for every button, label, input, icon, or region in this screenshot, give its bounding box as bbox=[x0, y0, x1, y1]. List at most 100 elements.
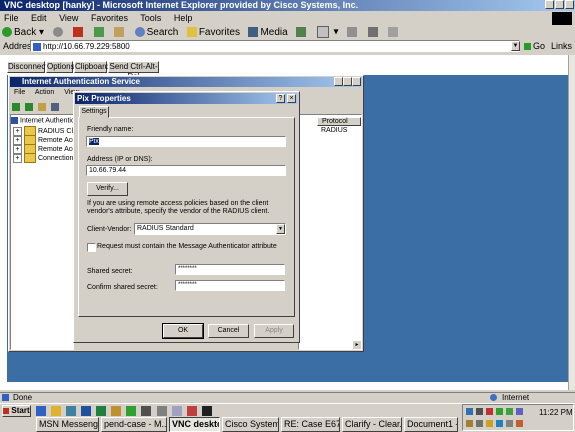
tray-antivirus-icon[interactable] bbox=[486, 408, 493, 415]
vnc-clipboard-button[interactable]: Clipboard bbox=[74, 61, 109, 73]
address-field[interactable]: http://10.66.79.229:5800 bbox=[30, 40, 520, 52]
vendor-info-text: If you are using remote access policies … bbox=[87, 200, 270, 215]
tray-sync-icon[interactable] bbox=[496, 420, 503, 427]
vnc-disconnect-button[interactable]: Disconnect bbox=[7, 61, 48, 73]
quick-launch-messenger-icon[interactable] bbox=[126, 406, 137, 417]
ias-maximize-button[interactable] bbox=[343, 77, 352, 86]
verify-button[interactable]: Verify... bbox=[87, 182, 128, 196]
go-button[interactable]: Go bbox=[524, 41, 545, 51]
tray-vpn-icon[interactable] bbox=[496, 408, 503, 415]
search-button[interactable]: Search bbox=[134, 27, 178, 39]
tray-volume-icon[interactable] bbox=[476, 408, 483, 415]
tray-security-icon[interactable] bbox=[466, 420, 473, 427]
ias-up-icon[interactable] bbox=[38, 103, 47, 112]
quick-launch-excel-icon[interactable] bbox=[96, 406, 107, 417]
mail-button[interactable]: ▾ bbox=[316, 26, 339, 39]
quick-launch-outlook-icon[interactable] bbox=[51, 406, 62, 417]
dialog-close-button[interactable]: × bbox=[287, 94, 296, 103]
menu-tools[interactable]: Tools bbox=[140, 13, 161, 23]
menu-edit[interactable]: Edit bbox=[31, 13, 47, 23]
media-button[interactable]: Media bbox=[248, 27, 288, 39]
history-button[interactable] bbox=[296, 27, 308, 39]
authenticator-checkbox[interactable] bbox=[87, 243, 96, 252]
list-cell-protocol[interactable]: RADIUS bbox=[321, 127, 347, 134]
quick-launch-paint-icon[interactable] bbox=[186, 406, 197, 417]
menu-help[interactable]: Help bbox=[174, 13, 193, 23]
tray-network-icon[interactable] bbox=[466, 408, 473, 415]
ias-minimize-button[interactable] bbox=[334, 77, 343, 86]
ie-title-bar[interactable]: VNC desktop [hanky] - Microsoft Internet… bbox=[0, 0, 575, 11]
quick-launch-calc-icon[interactable] bbox=[156, 406, 167, 417]
task-cisco-systems[interactable]: Cisco Systems... bbox=[222, 417, 279, 432]
task-pend-case[interactable]: pend-case - M... bbox=[101, 417, 167, 432]
dropdown-arrow-icon[interactable]: ▼ bbox=[276, 224, 285, 234]
menu-file[interactable]: File bbox=[4, 13, 19, 23]
confirm-secret-field[interactable]: ******** bbox=[175, 280, 285, 291]
ie-minimize-button[interactable] bbox=[545, 0, 554, 9]
tab-settings[interactable]: Settings bbox=[79, 106, 109, 118]
windows-logo-icon bbox=[552, 12, 572, 25]
back-button[interactable]: Back ▾ bbox=[2, 27, 44, 39]
menu-view[interactable]: View bbox=[59, 13, 78, 23]
list-scrollbar-up[interactable]: ▸ bbox=[353, 341, 361, 349]
task-clarify[interactable]: Clarify - Clear... bbox=[342, 417, 402, 432]
vnc-send-ctrl-alt-del-button[interactable]: Send Ctrl-Alt-Del bbox=[108, 61, 159, 81]
quick-launch-notepad-icon[interactable] bbox=[171, 406, 182, 417]
dialog-help-button[interactable]: ? bbox=[276, 94, 285, 103]
home-button[interactable] bbox=[114, 27, 126, 39]
menu-favorites[interactable]: Favorites bbox=[91, 13, 128, 23]
favorites-button[interactable]: Favorites bbox=[186, 27, 240, 39]
stop-button[interactable] bbox=[73, 27, 85, 39]
address-dropdown-button[interactable]: ▼ bbox=[511, 41, 520, 51]
ias-forward-icon[interactable] bbox=[25, 103, 34, 112]
list-column-protocol[interactable]: Protocol bbox=[317, 117, 361, 126]
ie-close-button[interactable] bbox=[565, 0, 574, 9]
clock[interactable]: 11:22 PM bbox=[539, 408, 573, 417]
tray-printer-icon[interactable] bbox=[476, 420, 483, 427]
discuss-button[interactable] bbox=[388, 27, 400, 39]
edit-button[interactable] bbox=[367, 27, 380, 39]
quick-launch-word-icon[interactable] bbox=[81, 406, 92, 417]
tray-update-icon[interactable] bbox=[486, 420, 493, 427]
quick-launch-desktop-icon[interactable] bbox=[66, 406, 77, 417]
ias-title-bar[interactable]: Internet Authentication Service bbox=[10, 77, 362, 87]
ie-vertical-scrollbar[interactable] bbox=[568, 55, 575, 390]
forward-button[interactable] bbox=[52, 27, 65, 39]
shared-secret-label: Shared secret: bbox=[87, 268, 133, 275]
refresh-button[interactable] bbox=[93, 27, 106, 39]
print-button[interactable] bbox=[347, 27, 359, 39]
quick-launch-ie-icon[interactable] bbox=[36, 406, 46, 417]
quick-launch-folder-icon[interactable] bbox=[111, 406, 122, 417]
ie-maximize-button[interactable] bbox=[555, 0, 564, 9]
quick-launch-media-icon[interactable] bbox=[141, 406, 152, 417]
address-ip-field[interactable]: 10.66.79.44 bbox=[86, 165, 286, 176]
expand-icon[interactable]: + bbox=[13, 153, 22, 163]
cancel-button[interactable]: Cancel bbox=[208, 324, 249, 338]
ias-back-icon[interactable] bbox=[12, 103, 20, 112]
tray-chat-icon[interactable] bbox=[516, 420, 523, 427]
apply-button[interactable]: Apply bbox=[254, 324, 294, 338]
quick-launch-cmd-icon[interactable] bbox=[201, 406, 212, 417]
start-button[interactable]: Start bbox=[2, 405, 31, 417]
friendly-name-field[interactable]: Pix bbox=[86, 136, 286, 147]
ok-button[interactable]: OK bbox=[162, 323, 204, 339]
tray-messenger-icon[interactable] bbox=[506, 408, 513, 415]
links-button[interactable]: Links » bbox=[551, 41, 575, 51]
task-document1[interactable]: Document1 - ... bbox=[404, 417, 458, 432]
task-msn-messenger[interactable]: MSN Messenger bbox=[36, 417, 99, 432]
tray-usb-icon[interactable] bbox=[506, 420, 513, 427]
vnc-options-button[interactable]: Options bbox=[46, 61, 75, 73]
ias-show-tree-icon[interactable] bbox=[51, 103, 60, 112]
task-re-case[interactable]: RE: Case E67... bbox=[281, 417, 340, 432]
ias-menu-file[interactable]: File bbox=[14, 89, 25, 96]
media-icon bbox=[248, 27, 259, 38]
dialog-title-bar[interactable]: Pix Properties bbox=[75, 93, 298, 104]
tree-item-ias-root[interactable]: Internet Authenticati bbox=[11, 117, 82, 124]
shared-secret-field[interactable]: ******** bbox=[175, 264, 285, 275]
ias-menu-action[interactable]: Action bbox=[35, 89, 54, 96]
edit-icon bbox=[367, 27, 378, 38]
task-vnc-desktop[interactable]: VNC desktop... bbox=[169, 417, 220, 432]
ias-close-button[interactable] bbox=[352, 77, 361, 86]
tray-display-icon[interactable] bbox=[516, 408, 523, 415]
client-vendor-select[interactable]: RADIUS Standard ▼ bbox=[134, 223, 286, 235]
